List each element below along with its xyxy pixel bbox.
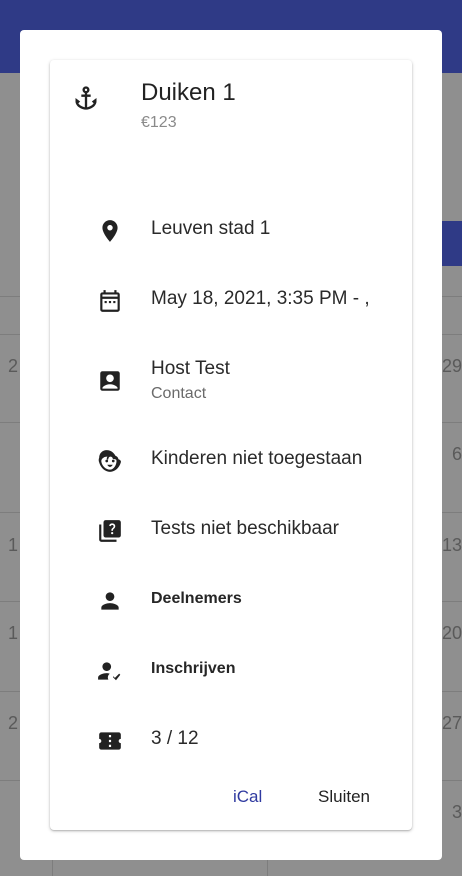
calendar-day-number: 13 — [442, 535, 462, 555]
ical-button[interactable]: iCal — [233, 787, 262, 807]
calendar-toolbar-band — [440, 221, 462, 266]
participants-row[interactable]: Deelnemers — [50, 580, 412, 620]
location-row: Leuven stad 1 — [50, 210, 412, 250]
capacity-text: 3 / 12 — [151, 728, 199, 749]
calendar-icon — [97, 288, 123, 314]
calendar-day-number: 1 — [8, 535, 19, 555]
event-dialog: Duiken 1 €123 Leuven stad 1 May 18, 2021… — [20, 30, 442, 860]
host-contact-label: Contact — [151, 385, 207, 402]
children-policy-text: Kinderen niet toegestaan — [151, 448, 363, 469]
event-title: Duiken 1 — [141, 79, 236, 106]
calendar-day-number: 2 — [8, 356, 19, 376]
calendar-day-number: 1 — [8, 623, 19, 643]
capacity-row: 3 / 12 — [50, 720, 412, 760]
register-row[interactable]: Inschrijven — [50, 650, 412, 690]
person-icon — [97, 588, 123, 614]
child-face-icon — [97, 448, 123, 474]
calendar-day-number: 6 — [452, 444, 462, 464]
date-row: May 18, 2021, 3:35 PM - , — [50, 280, 412, 320]
calendar-day-number: 2 — [8, 713, 19, 733]
tests-availability-text: Tests niet beschikbaar — [151, 518, 339, 539]
event-price: €123 — [141, 114, 177, 131]
datetime-text: May 18, 2021, 3:35 PM - , — [151, 288, 370, 309]
calendar-grid-line — [267, 860, 268, 876]
anchor-icon — [72, 84, 100, 112]
quiz-library-icon — [97, 518, 123, 544]
close-button[interactable]: Sluiten — [318, 787, 370, 807]
participants-link[interactable]: Deelnemers — [151, 590, 242, 608]
calendar-day-number: 3 — [452, 802, 462, 822]
person-check-icon — [97, 658, 123, 684]
calendar-grid-line — [52, 860, 53, 876]
event-card: Duiken 1 €123 Leuven stad 1 May 18, 2021… — [50, 60, 412, 830]
tests-row: Tests niet beschikbaar — [50, 510, 412, 550]
location-text: Leuven stad 1 — [151, 218, 271, 239]
calendar-day-number: 27 — [442, 713, 462, 733]
calendar-day-number: 29 — [442, 356, 462, 376]
host-row: Host Test Contact — [50, 357, 412, 407]
children-row: Kinderen niet toegestaan — [50, 440, 412, 480]
contact-card-icon — [97, 368, 123, 394]
location-pin-icon — [97, 218, 123, 244]
host-name: Host Test — [151, 358, 230, 379]
ticket-icon — [97, 728, 123, 754]
register-link[interactable]: Inschrijven — [151, 660, 235, 678]
calendar-day-number: 20 — [442, 623, 462, 643]
